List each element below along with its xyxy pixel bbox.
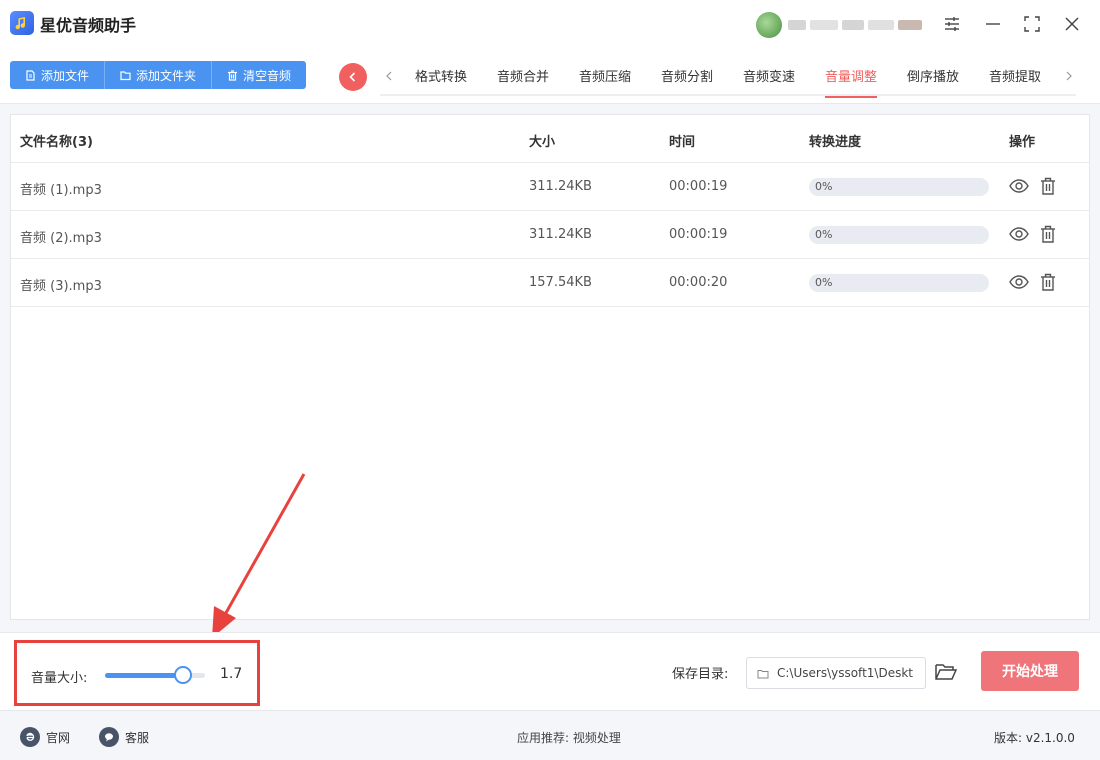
table-row[interactable]: 音频 (3).mp3 157.54KB 00:00:20 0% <box>11 259 1089 307</box>
file-size: 311.24KB <box>529 227 592 242</box>
save-directory-label: 保存目录: <box>672 667 729 682</box>
website-label: 官网 <box>46 730 71 745</box>
clear-audio-label: 清空音频 <box>243 68 292 83</box>
file-name: 音频 (3).mp3 <box>20 279 102 294</box>
annotation-arrow <box>212 473 306 638</box>
file-table: 文件名称(3) 大小 时间 转换进度 操作 音频 (1).mp3 311.24K… <box>10 114 1090 620</box>
table-header: 文件名称(3) 大小 时间 转换进度 操作 <box>11 115 1089 163</box>
add-file-button[interactable]: 添加文件 <box>10 61 106 89</box>
open-folder-icon[interactable] <box>934 660 958 684</box>
app-logo-icon <box>10 11 34 35</box>
app-title: 星优音频助手 <box>40 16 137 35</box>
tabs-scroll-left-icon[interactable] <box>382 68 396 84</box>
header-time: 时间 <box>669 135 696 150</box>
header-size: 大小 <box>529 135 556 150</box>
delete-trash-icon[interactable] <box>1037 175 1059 197</box>
volume-highlight-box <box>14 640 260 706</box>
file-icon <box>26 69 35 81</box>
customer-service-label: 客服 <box>125 730 150 745</box>
file-size: 157.54KB <box>529 275 592 290</box>
tab-audio-compress[interactable]: 音频压缩 <box>579 66 631 96</box>
feature-tabs: 格式转换 音频合并 音频压缩 音频分割 音频变速 音量调整 倒序播放 音频提取 <box>380 56 1076 98</box>
delete-trash-icon[interactable] <box>1037 271 1059 293</box>
trash-icon <box>228 69 238 81</box>
save-directory-input[interactable]: C:\Users\yssoft1\Deskt <box>746 657 926 689</box>
header-action: 操作 <box>1009 135 1036 150</box>
chevron-left-icon <box>349 72 356 82</box>
file-name: 音频 (1).mp3 <box>20 183 102 198</box>
file-button-group: 添加文件 添加文件夹 清空音频 <box>10 61 307 89</box>
eye-preview-icon[interactable] <box>1008 223 1030 245</box>
add-folder-button[interactable]: 添加文件夹 <box>105 61 213 89</box>
tab-audio-merge[interactable]: 音频合并 <box>497 66 549 96</box>
file-duration: 00:00:20 <box>669 275 728 290</box>
file-name: 音频 (2).mp3 <box>20 231 102 246</box>
file-duration: 00:00:19 <box>669 179 728 194</box>
collapse-back-button[interactable] <box>339 63 367 91</box>
tab-reverse-play[interactable]: 倒序播放 <box>907 66 959 96</box>
delete-trash-icon[interactable] <box>1037 223 1059 245</box>
app-recommend[interactable]: 应用推荐: 视频处理 <box>517 729 621 746</box>
version-label: 版本: v2.1.0.0 <box>994 731 1075 745</box>
user-avatar[interactable] <box>756 12 924 38</box>
tab-volume-adjust[interactable]: 音量调整 <box>825 66 878 98</box>
minimize-icon[interactable] <box>981 12 1005 36</box>
tabs-scroll-right-icon[interactable] <box>1062 68 1076 84</box>
folder-outline-icon <box>757 670 769 679</box>
file-size: 311.24KB <box>529 179 592 194</box>
eye-preview-icon[interactable] <box>1008 175 1030 197</box>
progress-bar: 0% <box>809 226 989 244</box>
tab-format-convert[interactable]: 格式转换 <box>415 66 467 96</box>
progress-text: 0% <box>815 180 833 193</box>
title-bar: 星优音频助手 <box>0 0 1100 48</box>
close-icon[interactable] <box>1060 12 1084 36</box>
progress-text: 0% <box>815 228 833 241</box>
file-duration: 00:00:19 <box>669 227 728 242</box>
add-file-label: 添加文件 <box>41 68 90 83</box>
header-file-name: 文件名称(3) <box>20 135 93 150</box>
browser-e-icon <box>20 727 40 747</box>
tab-audio-extract[interactable]: 音频提取 <box>989 66 1041 96</box>
start-process-button[interactable]: 开始处理 <box>981 651 1079 691</box>
tab-audio-speed[interactable]: 音频变速 <box>743 66 795 96</box>
table-row[interactable]: 音频 (2).mp3 311.24KB 00:00:19 0% <box>11 211 1089 259</box>
tab-audio-split[interactable]: 音频分割 <box>661 66 713 96</box>
footer: 官网 客服 应用推荐: 视频处理 版本: v2.1.0.0 <box>0 710 1100 760</box>
folder-icon <box>120 70 131 80</box>
maximize-icon[interactable] <box>1020 12 1044 36</box>
progress-bar: 0% <box>809 274 989 292</box>
website-link[interactable]: 官网 <box>20 727 70 747</box>
settings-sliders-icon[interactable] <box>940 12 964 36</box>
customer-service-link[interactable]: 客服 <box>99 727 149 747</box>
progress-bar: 0% <box>809 178 989 196</box>
add-folder-label: 添加文件夹 <box>136 68 197 83</box>
chat-bubble-icon <box>99 727 119 747</box>
table-row[interactable]: 音频 (1).mp3 311.24KB 00:00:19 0% <box>11 163 1089 211</box>
eye-preview-icon[interactable] <box>1008 271 1030 293</box>
progress-text: 0% <box>815 276 833 289</box>
header-progress: 转换进度 <box>809 135 862 150</box>
clear-audio-button[interactable]: 清空音频 <box>212 61 307 89</box>
save-directory-path: C:\Users\yssoft1\Deskt <box>777 666 913 680</box>
